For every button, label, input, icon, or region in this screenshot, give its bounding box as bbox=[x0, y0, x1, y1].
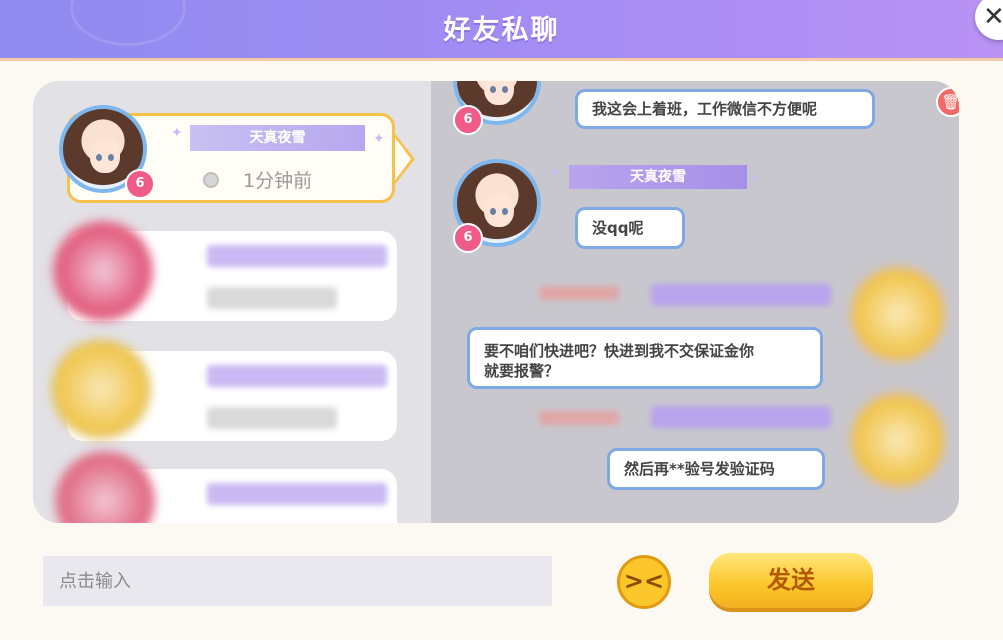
chat-panel: 天真夜雪 ✦ ✦ 1分钟前 6 6 我这会上着班，工作微信不方便呢 ✦ 天真夜雪… bbox=[33, 81, 959, 523]
level-badge: 6 bbox=[453, 223, 483, 253]
star-icon: ✦ bbox=[373, 131, 385, 147]
send-button[interactable]: 发送 bbox=[709, 553, 873, 608]
my-avatar[interactable] bbox=[851, 393, 945, 487]
message-bubble: 我这会上着班，工作微信不方便呢 bbox=[575, 89, 875, 129]
conversation-area[interactable]: 6 我这会上着班，工作微信不方便呢 ✦ 天真夜雪 ✦ 6 没qq呢 要不咱们快进… bbox=[431, 81, 959, 523]
message-input[interactable] bbox=[43, 556, 552, 606]
friend-list[interactable]: 天真夜雪 ✦ ✦ 1分钟前 6 bbox=[33, 81, 431, 523]
star-icon: ✦ bbox=[749, 171, 761, 187]
friend-name: 天真夜雪 bbox=[569, 165, 747, 189]
close-icon: ✕ bbox=[983, 2, 1003, 32]
status-dot bbox=[203, 172, 219, 188]
friend-avatar[interactable] bbox=[55, 451, 155, 523]
star-icon: ✦ bbox=[171, 125, 183, 141]
friend-avatar[interactable] bbox=[53, 221, 153, 321]
friend-avatar[interactable] bbox=[51, 339, 151, 439]
star-icon: ✦ bbox=[549, 165, 561, 181]
friend-name: 天真夜雪 bbox=[190, 125, 365, 151]
trash-icon: 🗑 bbox=[941, 93, 959, 111]
emoji-icon: >< bbox=[623, 567, 665, 595]
message-bubble: 要不咱们快进吧？快进到我不交保证金你 就要报警？ bbox=[467, 327, 823, 389]
level-badge: 6 bbox=[453, 105, 483, 135]
page-title: 好友私聊 bbox=[443, 15, 560, 46]
delete-chat-button[interactable]: 🗑 bbox=[936, 87, 959, 117]
level-badge: 6 bbox=[125, 169, 155, 199]
header-bar: 好友私聊 bbox=[0, 0, 1003, 61]
message-bubble: 没qq呢 bbox=[575, 207, 685, 249]
my-avatar[interactable] bbox=[851, 267, 945, 361]
last-active-time: 1分钟前 bbox=[243, 170, 313, 192]
emoji-button[interactable]: >< bbox=[617, 555, 671, 609]
message-bubble: 然后再**验号发验证码 bbox=[607, 448, 825, 490]
